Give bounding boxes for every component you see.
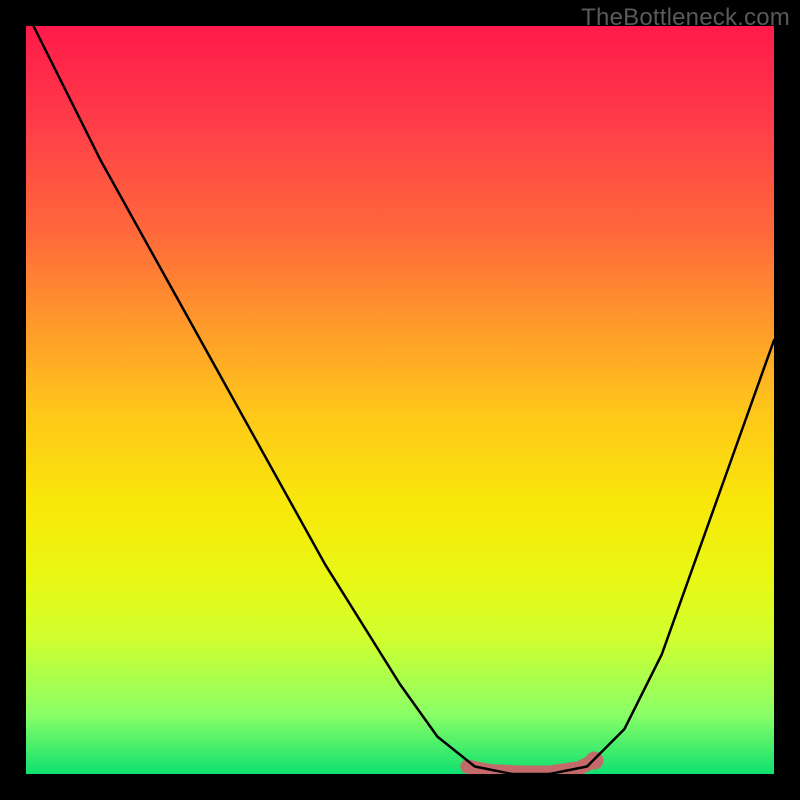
bottleneck-curve [33,26,774,774]
curve-layer [26,26,774,774]
watermark-text: TheBottleneck.com [581,4,790,32]
chart-container: TheBottleneck.com [0,0,800,800]
